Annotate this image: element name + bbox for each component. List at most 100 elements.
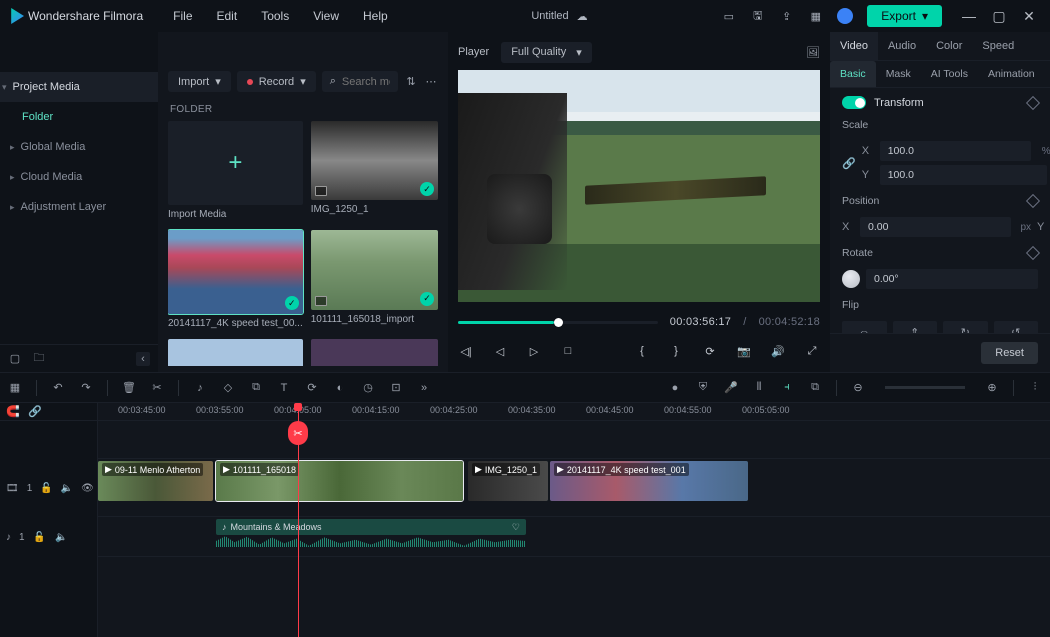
snapshot-icon[interactable]: 🖼 bbox=[806, 45, 820, 59]
zoom-out-icon[interactable]: ⊖ bbox=[851, 381, 865, 395]
sidebar-item-adjustment-layer[interactable]: ▸Adjustment Layer bbox=[0, 192, 158, 222]
rotate-ccw-button[interactable]: ↺ bbox=[994, 321, 1039, 333]
device-icon[interactable]: ▭ bbox=[721, 9, 736, 24]
minimize-button[interactable]: — bbox=[956, 3, 982, 29]
menu-edit[interactable]: Edit bbox=[207, 5, 248, 27]
mark-in-button[interactable]: { bbox=[634, 343, 650, 359]
bin-icon[interactable]: ▢ bbox=[8, 352, 22, 366]
scale-x-input[interactable] bbox=[880, 141, 1031, 161]
undo-icon[interactable]: ↶ bbox=[51, 381, 65, 395]
timeline-clip[interactable]: ▶101111_165018 bbox=[216, 461, 463, 501]
text-icon[interactable]: T bbox=[277, 381, 291, 395]
menu-view[interactable]: View bbox=[303, 5, 349, 27]
media-card[interactable] bbox=[168, 339, 303, 366]
crop-icon[interactable]: ⧉ bbox=[249, 381, 263, 395]
lock-icon[interactable]: 🔓 bbox=[40, 481, 52, 495]
prev-frame-button[interactable]: ◁| bbox=[458, 343, 474, 359]
upload-cloud-icon[interactable]: ⇪ bbox=[779, 9, 794, 24]
zoom-in-icon[interactable]: ⊕ bbox=[985, 381, 999, 395]
video-track-header[interactable]: 🎞1 🔓 🔈 👁 bbox=[0, 459, 97, 517]
music-icon[interactable]: ♪ bbox=[193, 381, 207, 395]
media-card[interactable] bbox=[311, 339, 438, 366]
delete-icon[interactable]: 🗑 bbox=[122, 381, 136, 395]
menu-help[interactable]: Help bbox=[353, 5, 398, 27]
fullscreen-icon[interactable]: ⤢ bbox=[804, 343, 820, 359]
timeline-view-icon[interactable]: ⫶ bbox=[1028, 381, 1042, 395]
keyframe-button[interactable] bbox=[1026, 246, 1040, 260]
media-card[interactable]: ✓ 101111_165018_import bbox=[311, 230, 438, 329]
link-icon[interactable]: ⧉ bbox=[808, 381, 822, 395]
inspector-tab-audio[interactable]: Audio bbox=[878, 32, 926, 60]
split-icon[interactable]: ✂ bbox=[150, 381, 164, 395]
preview-viewport[interactable] bbox=[458, 70, 820, 302]
video-track-lane[interactable]: ▶09-11 Menlo Atherton ▶101111_165018 ▶IM… bbox=[98, 459, 1050, 517]
rotate-input[interactable] bbox=[866, 269, 1038, 289]
quality-select[interactable]: Full Quality▾ bbox=[501, 42, 592, 63]
sidebar-item-global-media[interactable]: ▸Global Media bbox=[0, 132, 158, 162]
play-button[interactable]: ▷ bbox=[526, 343, 542, 359]
color-icon[interactable]: ◐ bbox=[333, 381, 347, 395]
mute-icon[interactable]: 🔈 bbox=[55, 530, 69, 544]
collapse-sidebar-icon[interactable]: ‹ bbox=[136, 352, 150, 366]
reset-button[interactable]: Reset bbox=[981, 342, 1038, 364]
shield-icon[interactable]: ⛨ bbox=[696, 381, 710, 395]
subtab-animation[interactable]: Animation bbox=[978, 61, 1045, 87]
subtab-ai-tools[interactable]: AI Tools bbox=[921, 61, 978, 87]
search-input[interactable]: ⌕ bbox=[322, 71, 398, 92]
audio-track-header[interactable]: ♪1 🔓 🔈 bbox=[0, 517, 97, 557]
menu-file[interactable]: File bbox=[163, 5, 202, 27]
camera-icon[interactable]: 📷 bbox=[736, 343, 752, 359]
filter-icon[interactable]: ⇅ bbox=[404, 75, 418, 89]
cloud-sync-icon[interactable]: ☁ bbox=[577, 10, 588, 23]
maximize-button[interactable]: ▢ bbox=[986, 3, 1012, 29]
speed-icon[interactable]: ⟳ bbox=[305, 381, 319, 395]
magnet-icon[interactable]: 🧲 bbox=[6, 405, 20, 419]
redo-icon[interactable]: ↷ bbox=[79, 381, 93, 395]
avatar[interactable] bbox=[837, 8, 853, 24]
record-button[interactable]: Record▾ bbox=[237, 71, 316, 92]
sidebar-item-folder[interactable]: Folder bbox=[0, 102, 158, 132]
import-media-card[interactable]: + Import Media bbox=[168, 121, 303, 220]
menu-tools[interactable]: Tools bbox=[251, 5, 299, 27]
more-icon[interactable]: ⋯ bbox=[424, 75, 438, 89]
subtab-basic[interactable]: Basic bbox=[830, 61, 876, 87]
timeline-clip[interactable]: ▶09-11 Menlo Atherton bbox=[98, 461, 213, 501]
rotate-knob[interactable] bbox=[842, 270, 860, 288]
sidebar-item-cloud-media[interactable]: ▸Cloud Media bbox=[0, 162, 158, 192]
detect-icon[interactable]: ⊡ bbox=[389, 381, 403, 395]
stop-button[interactable]: □ bbox=[560, 343, 576, 359]
audio-track-lane[interactable]: ♪Mountains & Meadows ♡ bbox=[98, 517, 1050, 557]
folder-icon[interactable]: 🗀 bbox=[32, 352, 46, 366]
flip-horizontal-button[interactable]: ⇔ bbox=[842, 321, 887, 333]
mic-icon[interactable]: 🎤 bbox=[724, 381, 738, 395]
search-field[interactable] bbox=[342, 76, 390, 88]
inspector-tab-speed[interactable]: Speed bbox=[972, 32, 1024, 60]
subtab-mask[interactable]: Mask bbox=[876, 61, 921, 87]
mark-out-button[interactable]: } bbox=[668, 343, 684, 359]
import-button[interactable]: Import▾ bbox=[168, 71, 231, 92]
media-card[interactable]: ✓ 20141117_4K speed test_00... bbox=[168, 230, 303, 329]
zoom-slider[interactable] bbox=[885, 386, 965, 389]
apps-icon[interactable]: ▦ bbox=[808, 9, 823, 24]
flip-vertical-button[interactable]: ⇕ bbox=[893, 321, 938, 333]
export-button[interactable]: Export▾ bbox=[867, 5, 942, 27]
marker-record-icon[interactable]: ● bbox=[668, 381, 682, 395]
save-icon[interactable]: 🖫 bbox=[750, 9, 765, 24]
eye-icon[interactable]: 👁 bbox=[81, 481, 94, 495]
mute-icon[interactable]: 🔈 bbox=[61, 481, 73, 495]
inspector-tab-color[interactable]: Color bbox=[926, 32, 972, 60]
audio-clip[interactable]: ♪Mountains & Meadows ♡ bbox=[216, 519, 526, 535]
timeline-clip[interactable]: ▶20141117_4K speed test_001 bbox=[550, 461, 748, 501]
play-backward-button[interactable]: ◁ bbox=[492, 343, 508, 359]
tag-icon[interactable]: ◇ bbox=[221, 381, 235, 395]
rotate-cw-button[interactable]: ↻ bbox=[943, 321, 988, 333]
timeline-clip[interactable]: ▶IMG_1250_1 bbox=[468, 461, 548, 501]
sidebar-header-project-media[interactable]: ▾Project Media bbox=[0, 72, 158, 102]
media-card[interactable]: ✓ IMG_1250_1 bbox=[311, 121, 438, 220]
timeline-ruler[interactable]: 00:03:45:00 00:03:55:00 00:04:05:00 00:0… bbox=[98, 403, 1050, 421]
render-preview-icon[interactable]: ⟳ bbox=[702, 343, 718, 359]
scrub-bar[interactable] bbox=[458, 321, 658, 324]
playhead[interactable] bbox=[298, 403, 299, 637]
lock-icon[interactable]: 🔓 bbox=[33, 530, 47, 544]
keyframe-button[interactable] bbox=[1026, 194, 1040, 208]
